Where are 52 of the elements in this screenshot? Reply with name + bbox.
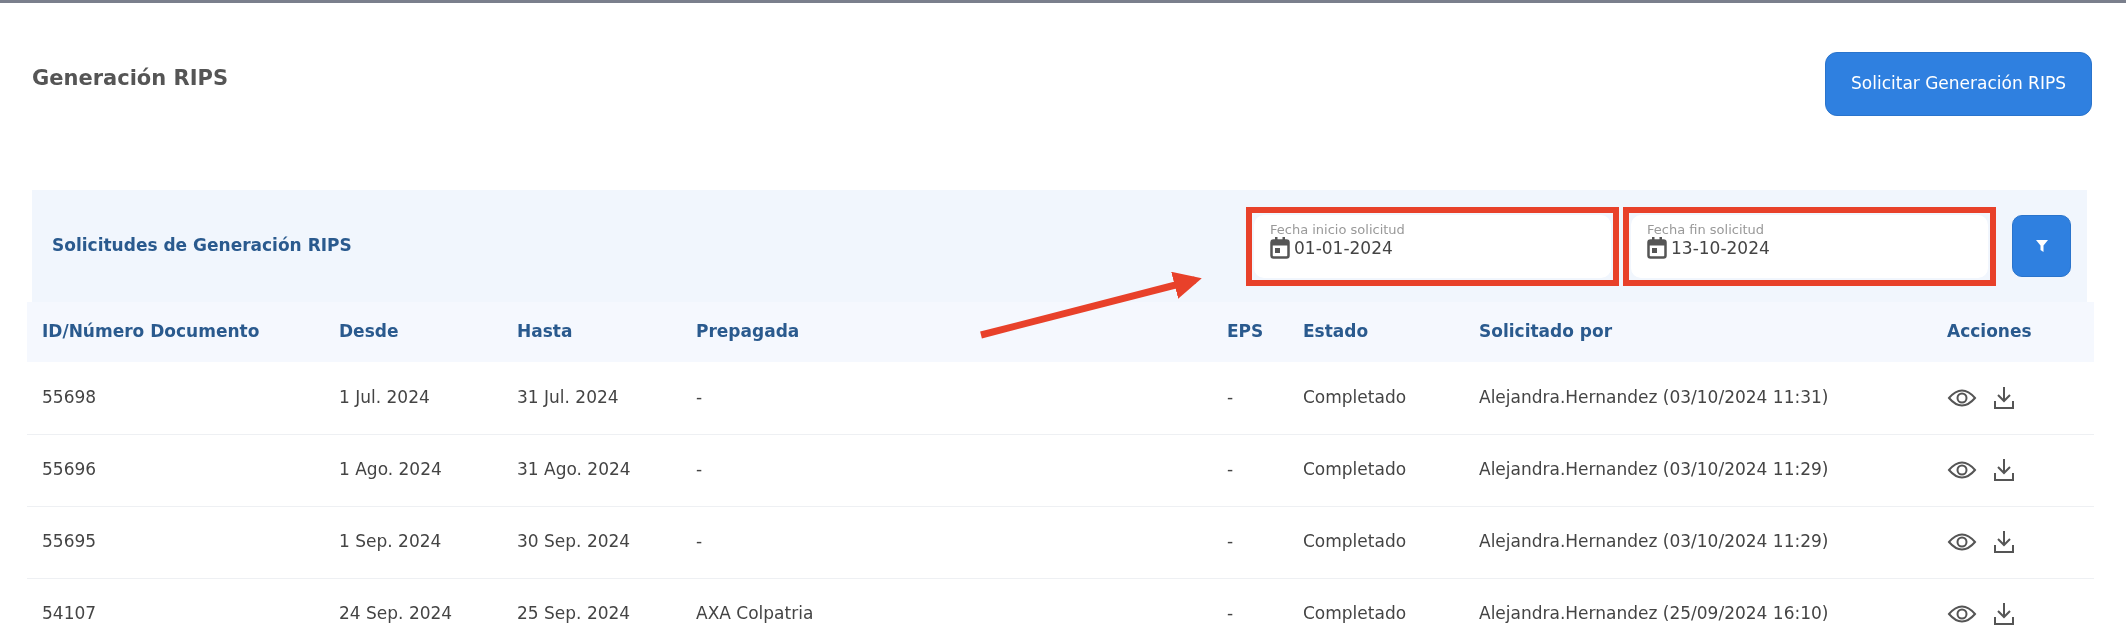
table-cell: 30 Sep. 2024: [502, 506, 681, 578]
table-cell: Alejandra.Hernandez (03/10/2024 11:29): [1464, 506, 1947, 578]
table-cell: -: [1212, 506, 1288, 578]
table-cell: 1 Ago. 2024: [324, 434, 502, 506]
page-title: Generación RIPS: [32, 65, 229, 92]
view-icon[interactable]: [1947, 603, 1977, 625]
table-cell: -: [681, 506, 1212, 578]
download-icon[interactable]: [1993, 385, 2015, 410]
table-cell: 55695: [27, 506, 324, 578]
date-field[interactable]: Fecha fin solicitud 13-10-2024: [1631, 214, 1988, 278]
panel-title: Solicitudes de Generación RIPS: [52, 234, 352, 258]
table-cell: Alejandra.Hernandez (25/09/2024 16:10): [1464, 578, 1947, 640]
table-cell: AXA Colpatria: [681, 578, 1212, 640]
column-header: Acciones: [1947, 302, 2094, 362]
column-header: Hasta: [502, 302, 681, 362]
table-cell: 1 Sep. 2024: [324, 506, 502, 578]
download-icon[interactable]: [1993, 602, 2015, 626]
table-cell: -: [1212, 434, 1288, 506]
view-icon[interactable]: [1947, 531, 1977, 553]
column-header: Prepagada: [681, 302, 1212, 362]
filter-button[interactable]: [2012, 215, 2071, 277]
table-cell: Completado: [1288, 578, 1464, 640]
column-header: Solicitado por: [1464, 302, 1947, 362]
column-header: Estado: [1288, 302, 1464, 362]
table-cell: -: [681, 434, 1212, 506]
table-cell: Completado: [1288, 362, 1464, 434]
table-cell: -: [1212, 362, 1288, 434]
table-cell: -: [681, 362, 1212, 434]
date-field[interactable]: Fecha inicio solicitud 01-01-2024: [1254, 214, 1611, 278]
filter-icon: [2035, 240, 2048, 252]
table-cell: -: [1212, 578, 1288, 640]
calendar-icon: [1647, 237, 1667, 260]
column-header: EPS: [1212, 302, 1288, 362]
table-cell: 24 Sep. 2024: [324, 578, 502, 640]
download-icon[interactable]: [1993, 530, 2015, 554]
view-icon[interactable]: [1947, 459, 1977, 481]
table-cell: 54107: [27, 578, 324, 640]
table-cell: Alejandra.Hernandez (03/10/2024 11:29): [1464, 434, 1947, 506]
table-cell: 55696: [27, 434, 324, 506]
column-header: Desde: [324, 302, 502, 362]
table-cell: 1 Jul. 2024: [324, 362, 502, 434]
table-cell: Completado: [1288, 506, 1464, 578]
table-cell: Alejandra.Hernandez (03/10/2024 11:31): [1464, 362, 1947, 434]
calendar-icon: [1270, 237, 1290, 260]
table-cell: 55698: [27, 362, 324, 434]
column-header: ID/Número Documento: [27, 302, 324, 362]
table-cell: 25 Sep. 2024: [502, 578, 681, 640]
table-cell: 31 Ago. 2024: [502, 434, 681, 506]
table-cell: 31 Jul. 2024: [502, 362, 681, 434]
download-icon[interactable]: [1993, 458, 2015, 482]
table-cell: Completado: [1288, 434, 1464, 506]
request-generation-button[interactable]: Solicitar Generación RIPS: [1825, 52, 2092, 116]
